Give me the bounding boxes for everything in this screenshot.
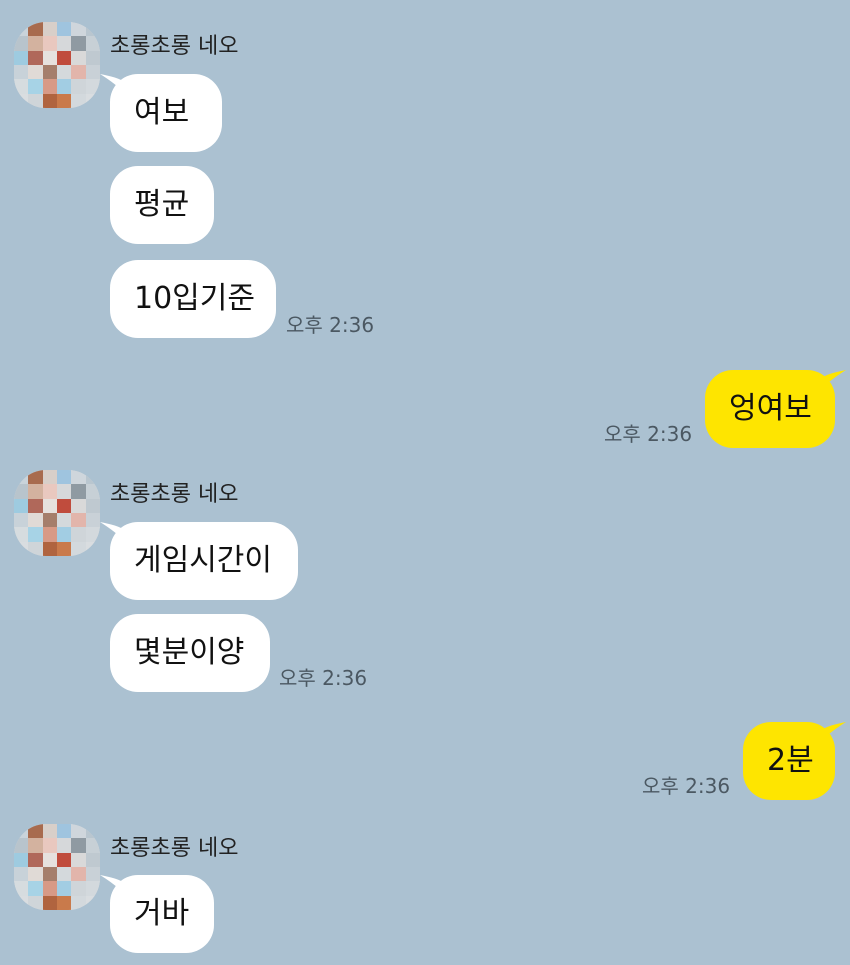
outgoing-message[interactable]: 2분 — [743, 722, 835, 800]
sender-name: 초롱초롱 네오 — [110, 482, 239, 507]
outgoing-message[interactable]: 엉여보 — [705, 370, 835, 448]
avatar[interactable] — [14, 824, 100, 910]
message-timestamp: 오후 2:36 — [279, 666, 368, 690]
incoming-message[interactable]: 평균 — [110, 166, 214, 244]
message-timestamp: 오후 2:36 — [286, 313, 375, 337]
avatar[interactable] — [14, 22, 100, 108]
message-timestamp: 오후 2:36 — [604, 422, 693, 446]
incoming-message[interactable]: 거바 — [110, 875, 214, 953]
incoming-message[interactable]: 여보 — [110, 74, 222, 152]
incoming-message[interactable]: 몇분이양 — [110, 614, 270, 692]
sender-name: 초롱초롱 네오 — [110, 836, 239, 861]
sender-name: 초롱초롱 네오 — [110, 34, 239, 59]
incoming-message[interactable]: 게임시간이 — [110, 522, 298, 600]
incoming-message[interactable]: 10입기준 — [110, 260, 276, 338]
avatar[interactable] — [14, 470, 100, 556]
message-timestamp: 오후 2:36 — [642, 774, 731, 798]
